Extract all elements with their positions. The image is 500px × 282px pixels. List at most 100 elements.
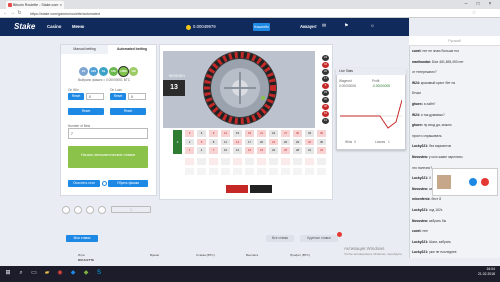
logo[interactable]: Stake	[14, 22, 35, 31]
close-tab-icon[interactable]: ×	[60, 1, 62, 9]
number-cell[interactable]: 19	[256, 146, 267, 155]
number-cell[interactable]: 9	[208, 129, 219, 138]
option-circle[interactable]	[74, 206, 82, 214]
number-cell[interactable]: 4	[196, 146, 207, 155]
chat-username[interactable]: ghuex:	[412, 102, 423, 106]
stats-toggle[interactable]: ⛶	[111, 206, 151, 213]
reload-icon[interactable]: ↻	[16, 9, 23, 18]
number-cell[interactable]: 33	[304, 129, 315, 138]
high-rollers-button[interactable]: Крупные ставки	[300, 235, 338, 242]
chip-1m[interactable]: 1M	[129, 67, 138, 76]
app-icon[interactable]: ◆	[68, 268, 78, 279]
number-cell[interactable]: 5	[196, 137, 207, 146]
chat-username[interactable]: Lucky221:	[412, 250, 428, 254]
outside-bet-cell[interactable]	[304, 167, 315, 176]
num-bets-input[interactable]: 7	[68, 128, 148, 139]
outside-bet-cell[interactable]	[232, 167, 243, 176]
all-bets-button[interactable]: Все ставки	[266, 235, 294, 242]
chat-username[interactable]: ghuex:	[412, 123, 423, 127]
number-cell[interactable]: 15	[232, 129, 243, 138]
number-cell[interactable]: 16	[244, 146, 255, 155]
chip-1k[interactable]: 1k	[99, 67, 108, 76]
hangup-icon[interactable]	[481, 178, 489, 186]
number-cell[interactable]: 13	[232, 146, 243, 155]
outside-bet-cell[interactable]	[268, 157, 279, 166]
number-cell[interactable]: 23	[268, 137, 279, 146]
number-cell[interactable]: 2	[184, 137, 195, 146]
outside-bet-cell[interactable]	[208, 157, 219, 166]
outside-bet-cell[interactable]	[196, 167, 207, 176]
outside-bet-cell[interactable]	[244, 157, 255, 166]
tab-automated[interactable]: Automated betting	[108, 45, 156, 54]
outside-bet-cell[interactable]	[316, 157, 327, 166]
on-win-input[interactable]: 0	[86, 93, 104, 100]
black-bet-button[interactable]	[250, 185, 272, 193]
number-cell[interactable]: 27	[280, 129, 291, 138]
chat-username[interactable]: Novostea:	[412, 219, 428, 223]
outside-bet-cell[interactable]	[184, 167, 195, 176]
outside-bet-cell[interactable]	[220, 157, 231, 166]
lightbulb-icon[interactable]: ☼	[370, 23, 375, 29]
chat-username[interactable]: W24:	[412, 81, 420, 85]
chat-username[interactable]: W24:	[412, 113, 420, 117]
number-cell[interactable]: 17	[244, 137, 255, 146]
outside-bet-cell[interactable]	[256, 157, 267, 166]
chat-username[interactable]: Lucky221:	[412, 176, 428, 180]
outside-bet-cell[interactable]	[196, 157, 207, 166]
chat-username[interactable]: cuxel:	[412, 229, 422, 233]
number-cell[interactable]: 21	[256, 129, 267, 138]
system-clock[interactable]: 16:04 21.02.2018	[471, 267, 495, 277]
outside-bet-cell[interactable]	[304, 157, 315, 166]
number-cell[interactable]: 32	[304, 137, 315, 146]
number-cell[interactable]: 24	[268, 129, 279, 138]
outside-bet-cell[interactable]	[292, 157, 303, 166]
number-cell[interactable]: 25	[280, 146, 291, 155]
on-win-reset-button[interactable]: Reset	[68, 93, 84, 100]
chip-10k[interactable]: 10k	[109, 67, 118, 76]
outside-bet-cell[interactable]	[316, 167, 327, 176]
toggle-switch[interactable]	[102, 181, 107, 186]
wallet-button[interactable]: Кошелёк	[253, 23, 270, 31]
chat-username[interactable]: Novostea:	[412, 187, 428, 191]
number-cell[interactable]: 20	[256, 137, 267, 146]
number-cell[interactable]: 12	[220, 129, 231, 138]
forward-icon[interactable]: →	[9, 9, 16, 18]
notification-icon[interactable]: ⚑	[344, 23, 348, 29]
outside-bet-cell[interactable]	[292, 167, 303, 176]
nav-casino[interactable]: Casino	[47, 24, 61, 29]
undo-chips-button[interactable]: Убрать фишки	[108, 180, 148, 187]
number-cell[interactable]: 34	[316, 146, 327, 155]
outside-bet-cell[interactable]	[220, 167, 231, 176]
outside-bet-cell[interactable]	[232, 157, 243, 166]
chat-username[interactable]: Lucky221:	[412, 208, 428, 212]
folder-icon[interactable]: ▰	[42, 268, 52, 279]
mute-icon[interactable]	[469, 178, 477, 186]
on-win-increase-button[interactable]: Reset	[68, 108, 104, 115]
number-cell[interactable]: 31	[304, 146, 315, 155]
minimize-icon[interactable]: –	[460, 0, 472, 9]
on-loss-reset-button[interactable]: Reset	[110, 93, 126, 100]
start-icon[interactable]: ⊞	[3, 268, 13, 279]
on-loss-input[interactable]: 0	[128, 93, 146, 100]
outside-bet-cell[interactable]	[184, 157, 195, 166]
table-row-game[interactable]: ROULETTE	[78, 258, 94, 262]
url-field[interactable]: https://stake.com/games/roulette/automat…	[30, 11, 470, 17]
app-icon[interactable]: ◆	[81, 268, 91, 279]
number-cell[interactable]: 28	[292, 146, 303, 155]
chip-100k[interactable]: 100k	[119, 67, 128, 76]
number-cell[interactable]: 11	[220, 137, 231, 146]
back-icon[interactable]: ←	[2, 9, 9, 18]
number-cell[interactable]: 1	[184, 146, 195, 155]
chip-100[interactable]: 100	[89, 67, 98, 76]
maximize-icon[interactable]: □	[472, 0, 484, 9]
chat-language[interactable]: Русский	[409, 36, 500, 46]
number-cell[interactable]: 30	[292, 129, 303, 138]
outside-bet-cell[interactable]	[280, 157, 291, 166]
number-cell[interactable]: 29	[292, 137, 303, 146]
clear-table-button[interactable]: Очистить стол	[68, 180, 100, 187]
skype-icon[interactable]: S	[94, 268, 104, 279]
tab-manual[interactable]: Manual betting	[61, 45, 108, 54]
zero-cell[interactable]: 0	[172, 129, 183, 155]
option-circle[interactable]	[62, 206, 70, 214]
number-cell[interactable]: 7	[208, 146, 219, 155]
